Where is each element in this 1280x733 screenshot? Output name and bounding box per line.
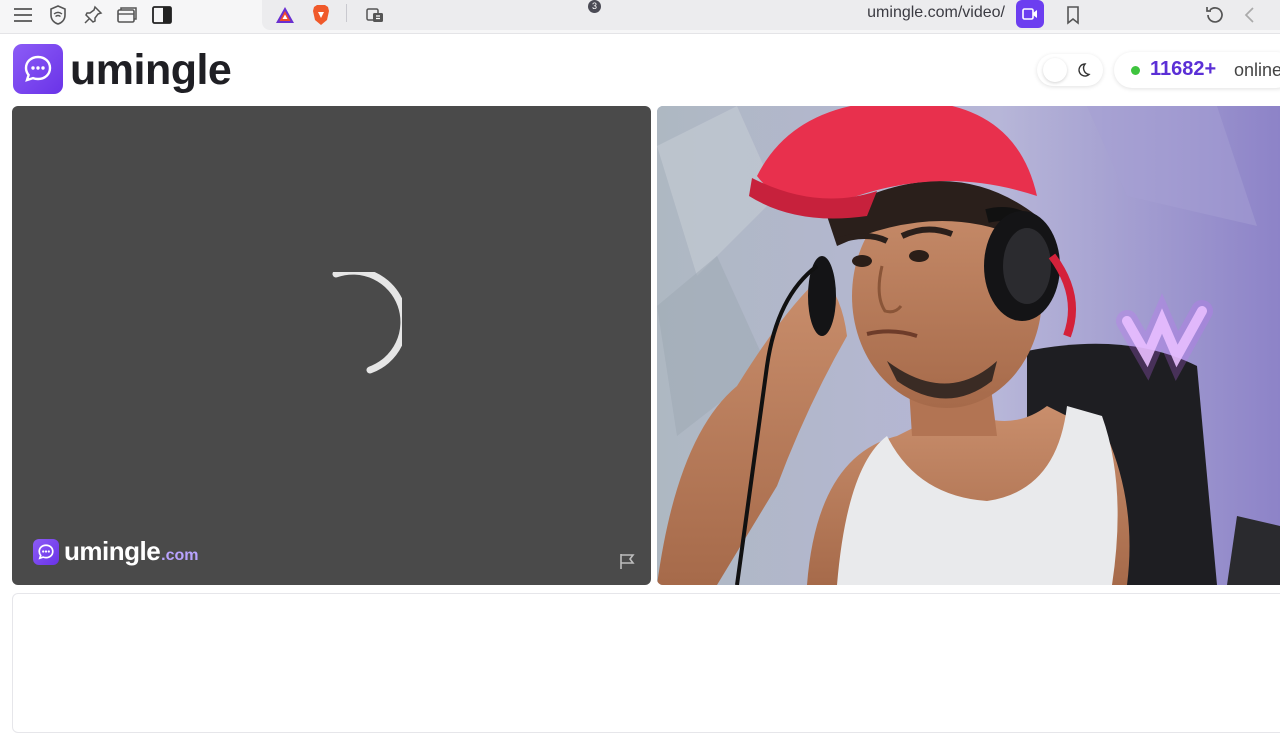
online-status-dot: [1131, 66, 1140, 75]
reload-icon[interactable]: [1202, 2, 1228, 28]
video-camera-icon[interactable]: [1016, 0, 1044, 28]
tabs-icon[interactable]: [114, 2, 140, 28]
menu-icon[interactable]: [10, 2, 36, 28]
logo-text[interactable]: umingle: [70, 45, 232, 95]
bookmark-icon[interactable]: [1060, 2, 1086, 28]
online-count: 11682+: [1150, 58, 1217, 80]
remote-video-feed: [657, 106, 1280, 585]
site-header: umingle 11682+ online: [0, 34, 1280, 106]
url-text[interactable]: umingle.com/video/: [867, 4, 1005, 22]
brave-shields-icon[interactable]: [308, 2, 334, 28]
online-label: online: [1234, 60, 1280, 80]
watermark-text: umingle: [64, 536, 161, 566]
moon-icon: [1078, 63, 1091, 77]
sidebar-icon[interactable]: [149, 2, 175, 28]
watermark-domain: .com: [161, 546, 199, 564]
logo-chat-icon[interactable]: [13, 44, 63, 94]
shields-count-badge: 3: [588, 0, 601, 13]
chat-area[interactable]: [12, 593, 1280, 733]
loading-spinner-icon: [332, 272, 402, 374]
pin-icon[interactable]: [80, 2, 106, 28]
report-flag-icon[interactable]: [618, 552, 638, 570]
shield-icon[interactable]: [45, 2, 71, 28]
theme-toggle[interactable]: [1037, 54, 1103, 86]
address-bar[interactable]: 3 umingle.com/video/: [262, 0, 1280, 30]
back-icon[interactable]: [1237, 2, 1263, 28]
toggle-knob: [1043, 58, 1067, 82]
browser-toolbar: 3 umingle.com/video/: [0, 0, 1280, 34]
online-counter: 11682+ online: [1114, 52, 1280, 88]
local-video-panel: umingle .com: [12, 106, 651, 585]
watermark-chat-icon: [33, 538, 59, 565]
watermark-logo: umingle .com: [33, 536, 199, 567]
brave-rewards-icon[interactable]: [272, 2, 298, 28]
remote-video-panel: [657, 106, 1280, 585]
extension-icon[interactable]: [362, 2, 388, 28]
